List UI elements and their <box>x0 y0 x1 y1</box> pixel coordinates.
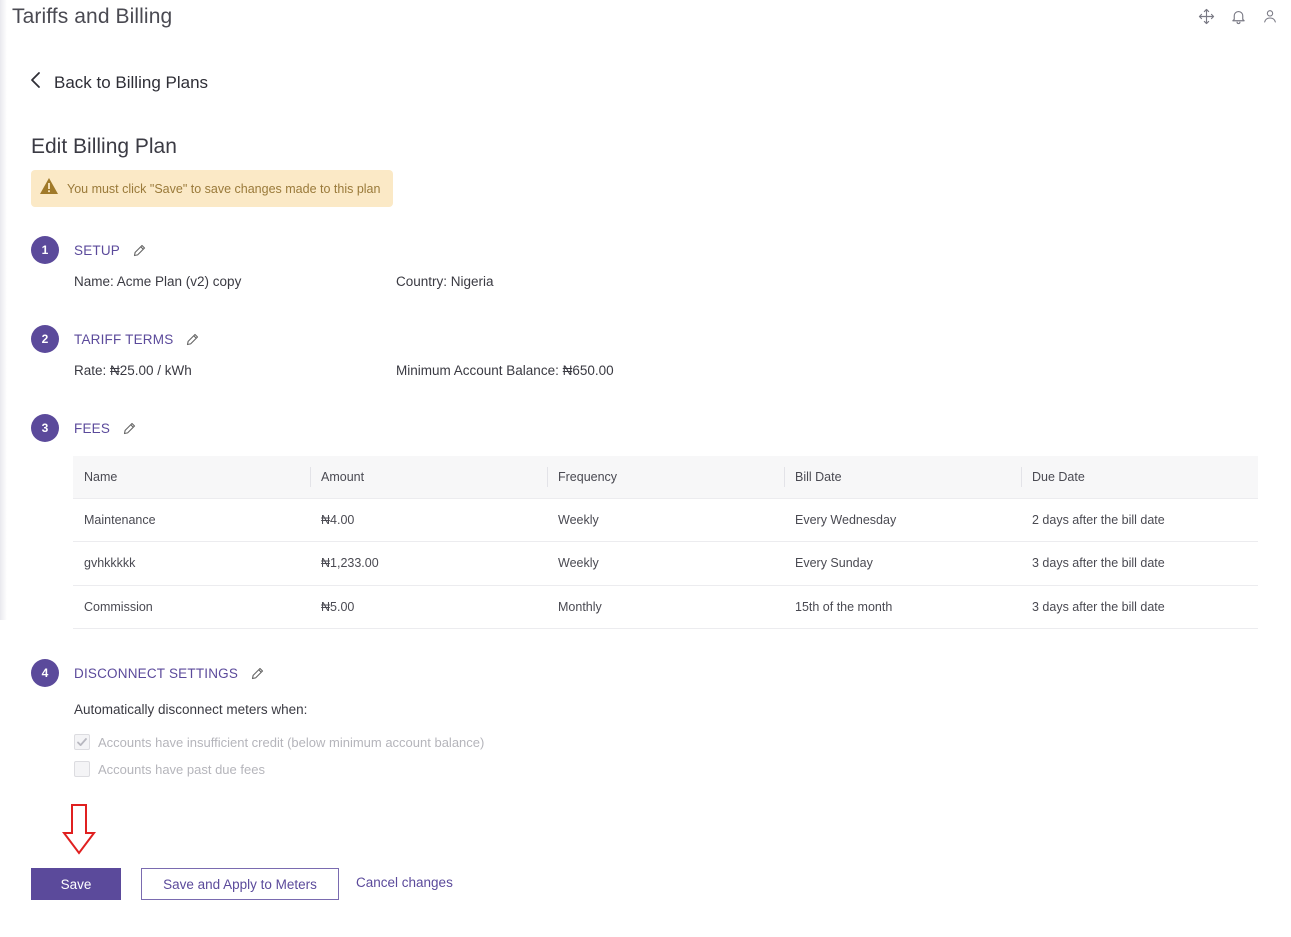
fee-name: gvhkkkkk <box>73 541 310 586</box>
disconnect-option-insufficient-credit: Accounts have insufficient credit (below… <box>74 734 484 750</box>
column-header[interactable]: Due Date <box>1021 456 1258 499</box>
check-icon <box>77 738 87 746</box>
save-warning-banner: You must click "Save" to save changes ma… <box>31 170 393 207</box>
tariff-rate: Rate: ₦25.00 / kWh <box>74 363 192 378</box>
checkbox-label: Accounts have insufficient credit (below… <box>98 734 485 750</box>
fee-bill-date: 15th of the month <box>784 585 1021 629</box>
fees-table-header-row: Name Amount Frequency Bill Date Due Date <box>73 456 1258 499</box>
checkbox-label: Accounts have past due fees <box>98 761 265 777</box>
step-number-badge: 4 <box>31 659 59 687</box>
warning-icon <box>39 177 59 200</box>
fee-amount: ₦1,233.00 <box>310 541 547 586</box>
pencil-icon[interactable] <box>185 331 201 347</box>
column-header[interactable]: Frequency <box>547 456 784 499</box>
disconnect-label: Automatically disconnect meters when: <box>74 702 308 717</box>
step-disconnect-header: 4 DISCONNECT SETTINGS <box>31 659 266 687</box>
fee-frequency: Weekly <box>547 541 784 586</box>
step-title-disconnect-settings: DISCONNECT SETTINGS <box>74 665 239 681</box>
arrow-down-annotation-icon <box>62 804 96 855</box>
pencil-icon[interactable] <box>250 665 266 681</box>
fee-name: Commission <box>73 585 310 629</box>
setup-name: Name: Acme Plan (v2) copy <box>74 274 242 289</box>
step-tariff-header: 2 TARIFF TERMS <box>31 325 201 353</box>
fee-name: Maintenance <box>73 498 310 542</box>
chevron-left-icon <box>30 71 42 94</box>
step-number-badge: 3 <box>31 414 59 442</box>
step-title-setup: SETUP <box>74 242 121 258</box>
left-panel-shadow <box>0 0 7 620</box>
cancel-changes-link[interactable]: Cancel changes <box>356 875 453 890</box>
past-due-fees-checkbox[interactable] <box>74 761 90 777</box>
setup-country: Country: Nigeria <box>396 274 494 289</box>
step-number-badge: 2 <box>31 325 59 353</box>
table-row: Maintenance ₦4.00 Weekly Every Wednesday… <box>73 498 1258 542</box>
pencil-icon[interactable] <box>122 420 138 436</box>
warning-text: You must click "Save" to save changes ma… <box>67 181 381 196</box>
page-title: Edit Billing Plan <box>31 135 177 158</box>
fee-due-date: 3 days after the bill date <box>1021 585 1258 629</box>
table-row: gvhkkkkk ₦1,233.00 Weekly Every Sunday 3… <box>73 541 1258 586</box>
disconnect-option-past-due-fees: Accounts have past due fees <box>74 761 265 777</box>
back-link-label: Back to Billing Plans <box>54 72 209 92</box>
app-title: Tariffs and Billing <box>12 5 173 28</box>
insufficient-credit-checkbox[interactable] <box>74 734 90 750</box>
fee-bill-date: Every Sunday <box>784 541 1021 586</box>
fee-frequency: Weekly <box>547 498 784 542</box>
back-to-billing-plans-link[interactable]: Back to Billing Plans <box>30 71 208 94</box>
step-title-tariff-terms: TARIFF TERMS <box>74 331 174 347</box>
step-setup-header: 1 SETUP <box>31 236 148 264</box>
header-toolbar <box>1197 7 1279 25</box>
fee-due-date: 3 days after the bill date <box>1021 541 1258 586</box>
column-header[interactable]: Amount <box>310 456 547 499</box>
save-and-apply-button[interactable]: Save and Apply to Meters <box>141 868 339 900</box>
fee-bill-date: Every Wednesday <box>784 498 1021 542</box>
fee-due-date: 2 days after the bill date <box>1021 498 1258 542</box>
column-header[interactable]: Name <box>73 456 310 499</box>
bell-icon[interactable] <box>1229 7 1247 25</box>
table-row: Commission ₦5.00 Monthly 15th of the mon… <box>73 585 1258 629</box>
fee-amount: ₦5.00 <box>310 585 547 629</box>
tariff-min-balance: Minimum Account Balance: ₦650.00 <box>396 363 614 378</box>
save-button[interactable]: Save <box>31 868 121 900</box>
column-header[interactable]: Bill Date <box>784 456 1021 499</box>
user-icon[interactable] <box>1261 7 1279 25</box>
fee-amount: ₦4.00 <box>310 498 547 542</box>
fee-frequency: Monthly <box>547 585 784 629</box>
step-fees-header: 3 FEES <box>31 414 138 442</box>
fees-table: Name Amount Frequency Bill Date Due Date… <box>73 456 1258 629</box>
step-title-fees: FEES <box>74 420 111 436</box>
pencil-icon[interactable] <box>132 242 148 258</box>
step-number-badge: 1 <box>31 236 59 264</box>
move-icon[interactable] <box>1197 7 1215 25</box>
